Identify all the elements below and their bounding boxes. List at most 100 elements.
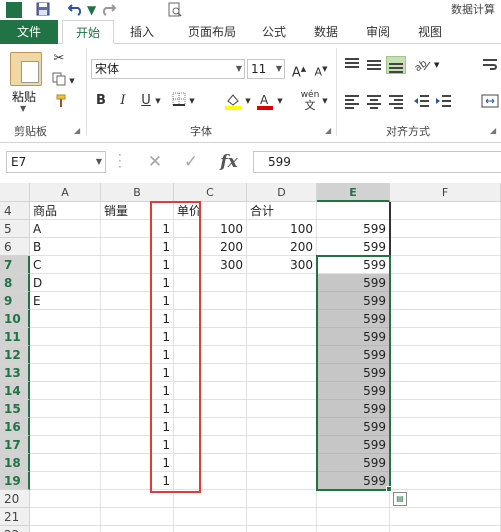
cell-a13[interactable] bbox=[30, 364, 101, 382]
align-right-icon[interactable] bbox=[386, 92, 406, 110]
cell-d18[interactable] bbox=[247, 454, 317, 472]
merge-center-icon[interactable] bbox=[480, 92, 500, 110]
column-header-a[interactable]: A bbox=[30, 183, 101, 202]
copy-icon[interactable] bbox=[50, 72, 68, 92]
row-header[interactable]: 18 bbox=[0, 454, 30, 472]
cell-f6[interactable] bbox=[390, 238, 501, 256]
print-preview-icon[interactable] bbox=[168, 2, 182, 18]
worksheet-grid[interactable]: A B C D E F 4 商品 销量 单价 合计 5 A 1 100 100 599 6 B 1 200 200 599 7… bbox=[0, 183, 501, 532]
cell-a5[interactable]: A bbox=[30, 220, 101, 238]
paste-button-label[interactable]: 粘贴 bbox=[12, 88, 36, 105]
tab-file[interactable]: 文件 bbox=[0, 20, 58, 44]
copy-dropdown-icon[interactable]: ▼ bbox=[68, 72, 76, 90]
name-box[interactable]: E7 ▼ bbox=[6, 151, 106, 173]
cell-d13[interactable] bbox=[247, 364, 317, 382]
font-size-select[interactable]: 11 ▼ bbox=[247, 59, 285, 79]
phonetic-dropdown-icon[interactable]: ▼ bbox=[321, 92, 329, 110]
row-header[interactable]: 8 bbox=[0, 274, 30, 292]
cell-a7[interactable]: C bbox=[30, 256, 101, 274]
cell-f18[interactable] bbox=[390, 454, 501, 472]
cell-d21[interactable] bbox=[247, 508, 317, 526]
borders-icon[interactable] bbox=[170, 92, 188, 110]
row-header[interactable]: 5 bbox=[0, 220, 30, 238]
cell-d20[interactable] bbox=[247, 490, 317, 508]
increase-indent-icon[interactable] bbox=[434, 92, 454, 110]
cell-f8[interactable] bbox=[390, 274, 501, 292]
cell-d12[interactable] bbox=[247, 346, 317, 364]
save-icon[interactable] bbox=[36, 2, 50, 18]
orientation-icon[interactable]: ab bbox=[412, 56, 432, 74]
tab-insert[interactable]: 插入 bbox=[122, 20, 162, 44]
cell-f14[interactable] bbox=[390, 382, 501, 400]
cell-e6[interactable]: 599 bbox=[317, 238, 390, 256]
cell-a21[interactable] bbox=[30, 508, 101, 526]
alignment-launcher-icon[interactable]: ◢ bbox=[490, 126, 496, 135]
tab-review[interactable]: 审阅 bbox=[358, 20, 398, 44]
row-header[interactable]: 10 bbox=[0, 310, 30, 328]
cell-f13[interactable] bbox=[390, 364, 501, 382]
italic-button[interactable]: I bbox=[114, 92, 132, 110]
underline-dropdown-icon[interactable]: ▼ bbox=[154, 92, 162, 110]
cell-d16[interactable] bbox=[247, 418, 317, 436]
cell-e21[interactable] bbox=[317, 508, 390, 526]
cell-d22[interactable] bbox=[247, 526, 317, 532]
column-header-f[interactable]: F bbox=[390, 183, 501, 202]
cell-d6[interactable]: 200 bbox=[247, 238, 317, 256]
cell-a19[interactable] bbox=[30, 472, 101, 490]
cell-f9[interactable] bbox=[390, 292, 501, 310]
tab-home[interactable]: 开始 bbox=[62, 20, 114, 44]
cell-d11[interactable] bbox=[247, 328, 317, 346]
cell-a17[interactable] bbox=[30, 436, 101, 454]
cell-e20[interactable] bbox=[317, 490, 390, 508]
paste-icon[interactable] bbox=[10, 52, 42, 86]
cell-a14[interactable] bbox=[30, 382, 101, 400]
cell-a12[interactable] bbox=[30, 346, 101, 364]
quick-analysis-icon[interactable]: ▤ bbox=[393, 492, 407, 506]
cell-f11[interactable] bbox=[390, 328, 501, 346]
cell-b21[interactable] bbox=[101, 508, 174, 526]
cell-f22[interactable] bbox=[390, 526, 501, 532]
cell-a18[interactable] bbox=[30, 454, 101, 472]
cell-d8[interactable] bbox=[247, 274, 317, 292]
row-header[interactable]: 21 bbox=[0, 508, 30, 526]
underline-button[interactable]: U bbox=[137, 92, 155, 110]
cell-f15[interactable] bbox=[390, 400, 501, 418]
cell-a9[interactable]: E bbox=[30, 292, 101, 310]
cell-d19[interactable] bbox=[247, 472, 317, 490]
font-color-icon[interactable]: A bbox=[256, 92, 274, 110]
cell-f16[interactable] bbox=[390, 418, 501, 436]
cell-f17[interactable] bbox=[390, 436, 501, 454]
paste-dropdown-icon[interactable]: ▼ bbox=[20, 104, 26, 113]
cell-a15[interactable] bbox=[30, 400, 101, 418]
cell-a22[interactable] bbox=[30, 526, 101, 532]
row-header[interactable]: 17 bbox=[0, 436, 30, 454]
row-header[interactable]: 7 bbox=[0, 256, 30, 274]
align-bottom-icon[interactable] bbox=[386, 56, 406, 74]
decrease-font-icon[interactable]: A▼ bbox=[312, 60, 330, 82]
cell-f4[interactable] bbox=[390, 202, 501, 220]
cell-d10[interactable] bbox=[247, 310, 317, 328]
cell-a11[interactable] bbox=[30, 328, 101, 346]
undo-icon[interactable] bbox=[67, 2, 84, 18]
cancel-icon[interactable]: ✕ bbox=[140, 151, 170, 173]
tab-formulas[interactable]: 公式 bbox=[254, 20, 294, 44]
cell-f10[interactable] bbox=[390, 310, 501, 328]
cell-f19[interactable] bbox=[390, 472, 501, 490]
align-left-icon[interactable] bbox=[342, 92, 362, 110]
row-header[interactable]: 13 bbox=[0, 364, 30, 382]
cell-f7[interactable] bbox=[390, 256, 501, 274]
decrease-indent-icon[interactable] bbox=[412, 92, 432, 110]
cell-f12[interactable] bbox=[390, 346, 501, 364]
cell-d17[interactable] bbox=[247, 436, 317, 454]
row-header[interactable]: 6 bbox=[0, 238, 30, 256]
align-center-icon[interactable] bbox=[364, 92, 384, 110]
row-header[interactable]: 15 bbox=[0, 400, 30, 418]
row-header[interactable]: 12 bbox=[0, 346, 30, 364]
cut-icon[interactable]: ✂ bbox=[50, 50, 68, 68]
select-all-corner[interactable] bbox=[0, 183, 30, 202]
cell-b22[interactable] bbox=[101, 526, 174, 532]
font-name-select[interactable]: 宋体 ▼ bbox=[91, 59, 245, 79]
cell-e4[interactable] bbox=[317, 202, 390, 220]
align-top-icon[interactable] bbox=[342, 56, 362, 74]
redo-icon[interactable] bbox=[100, 2, 117, 18]
